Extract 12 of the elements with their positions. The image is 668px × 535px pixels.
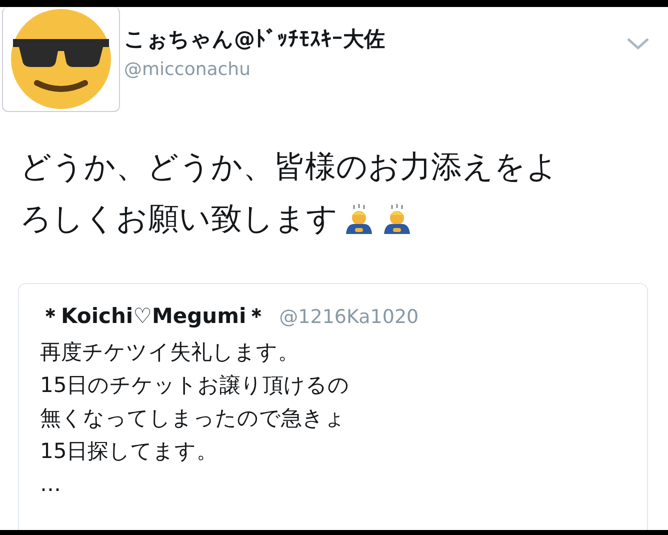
quoted-tweet-text: 15日のチケットお譲り頂けるの — [40, 372, 351, 399]
display-name[interactable]: こぉちゃん@ﾄﾞｯﾁﾓｽｷｰ大佐 — [124, 25, 626, 53]
quoted-tweet-text: … — [40, 471, 62, 498]
quoted-user-handle: @1216Ka1020 — [279, 306, 419, 328]
quoted-tweet-text: 無くなってしまったので急きょ — [40, 405, 347, 432]
quoted-display-name: ＊Koichi♡Megumi＊ — [40, 303, 268, 330]
quoted-tweet-text: 15日探してます。 — [40, 438, 219, 465]
sunglasses-smiley-icon — [9, 7, 113, 111]
tweet-text: どうか、どうか、皆様のお力添えをよ — [20, 148, 558, 187]
quoted-tweet-text: 再度チケツイ失礼します。 — [40, 339, 300, 366]
tweet-text: ろしくお願い致します — [20, 200, 338, 239]
avatar[interactable] — [2, 7, 120, 112]
